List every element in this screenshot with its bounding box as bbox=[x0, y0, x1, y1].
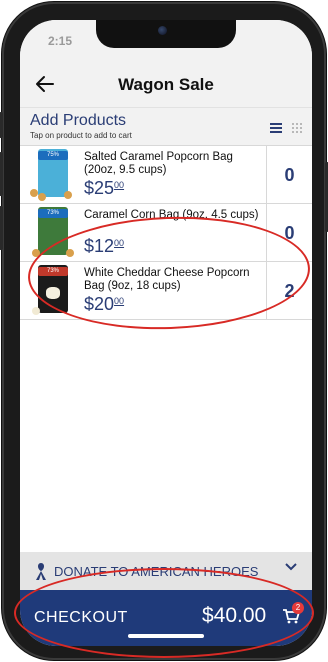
product-price: $2000 bbox=[84, 294, 125, 314]
product-name: White Cheddar Cheese Popcorn Bag (9oz, 1… bbox=[84, 267, 250, 292]
ribbon-icon bbox=[36, 563, 46, 580]
status-time: 2:15 bbox=[48, 34, 73, 48]
app-screen: 2:15 Wagon Sale Add Products Tap on prod… bbox=[20, 20, 312, 646]
product-name: Salted Caramel Popcorn Bag (20oz, 9.5 cu… bbox=[84, 151, 233, 176]
white-cheddar-popcorn-image: 73% bbox=[28, 265, 80, 317]
volume-down-button bbox=[0, 206, 3, 250]
salted-caramel-popcorn-image: 75% bbox=[28, 149, 80, 201]
notch bbox=[96, 20, 236, 48]
list-view-icon[interactable] bbox=[270, 123, 282, 133]
quantity-button[interactable]: 0 bbox=[266, 204, 312, 262]
home-indicator bbox=[128, 634, 204, 638]
product-list: 75% Salted Caramel Popcorn Bag (20oz, 9.… bbox=[20, 146, 312, 320]
app-header: Wagon Sale bbox=[20, 62, 312, 108]
product-row[interactable]: 73% White Cheddar Cheese Popcorn Bag (9o… bbox=[20, 262, 312, 320]
page-title: Wagon Sale bbox=[118, 74, 214, 94]
checkout-label: CHECKOUT bbox=[34, 609, 128, 626]
back-button[interactable] bbox=[34, 73, 58, 97]
product-row[interactable]: 75% Salted Caramel Popcorn Bag (20oz, 9.… bbox=[20, 146, 312, 204]
cart-count-badge: 2 bbox=[292, 602, 304, 614]
mute-switch bbox=[0, 112, 3, 138]
product-name: Caramel Corn Bag (9oz, 4.5 cups) bbox=[84, 209, 259, 221]
donate-label: DONATE TO AMERICAN HEROES bbox=[54, 564, 259, 579]
section-subtitle: Tap on product to add to cart bbox=[30, 131, 132, 140]
add-products-header: Add Products Tap on product to add to ca… bbox=[20, 108, 312, 146]
chevron-down-icon[interactable] bbox=[284, 560, 298, 579]
product-price: $1200 bbox=[84, 236, 125, 256]
phone-frame: 2:15 Wagon Sale Add Products Tap on prod… bbox=[0, 2, 328, 660]
grid-view-icon[interactable] bbox=[292, 123, 302, 133]
checkout-button[interactable]: CHECKOUT $40.00 2 bbox=[20, 590, 312, 646]
donate-bar[interactable]: DONATE TO AMERICAN HEROES bbox=[20, 552, 312, 590]
arrow-left-icon bbox=[36, 76, 54, 92]
camera-icon bbox=[158, 26, 167, 35]
quantity-button[interactable]: 0 bbox=[266, 146, 312, 204]
section-title: Add Products bbox=[30, 112, 127, 129]
volume-up-button bbox=[0, 152, 3, 196]
product-price: $2500 bbox=[84, 178, 125, 198]
checkout-total: $40.00 bbox=[202, 604, 267, 627]
product-row[interactable]: 73% Caramel Corn Bag (9oz, 4.5 cups) $12… bbox=[20, 204, 312, 262]
caramel-corn-image: 73% bbox=[28, 207, 80, 259]
quantity-button[interactable]: 2 bbox=[266, 262, 312, 320]
